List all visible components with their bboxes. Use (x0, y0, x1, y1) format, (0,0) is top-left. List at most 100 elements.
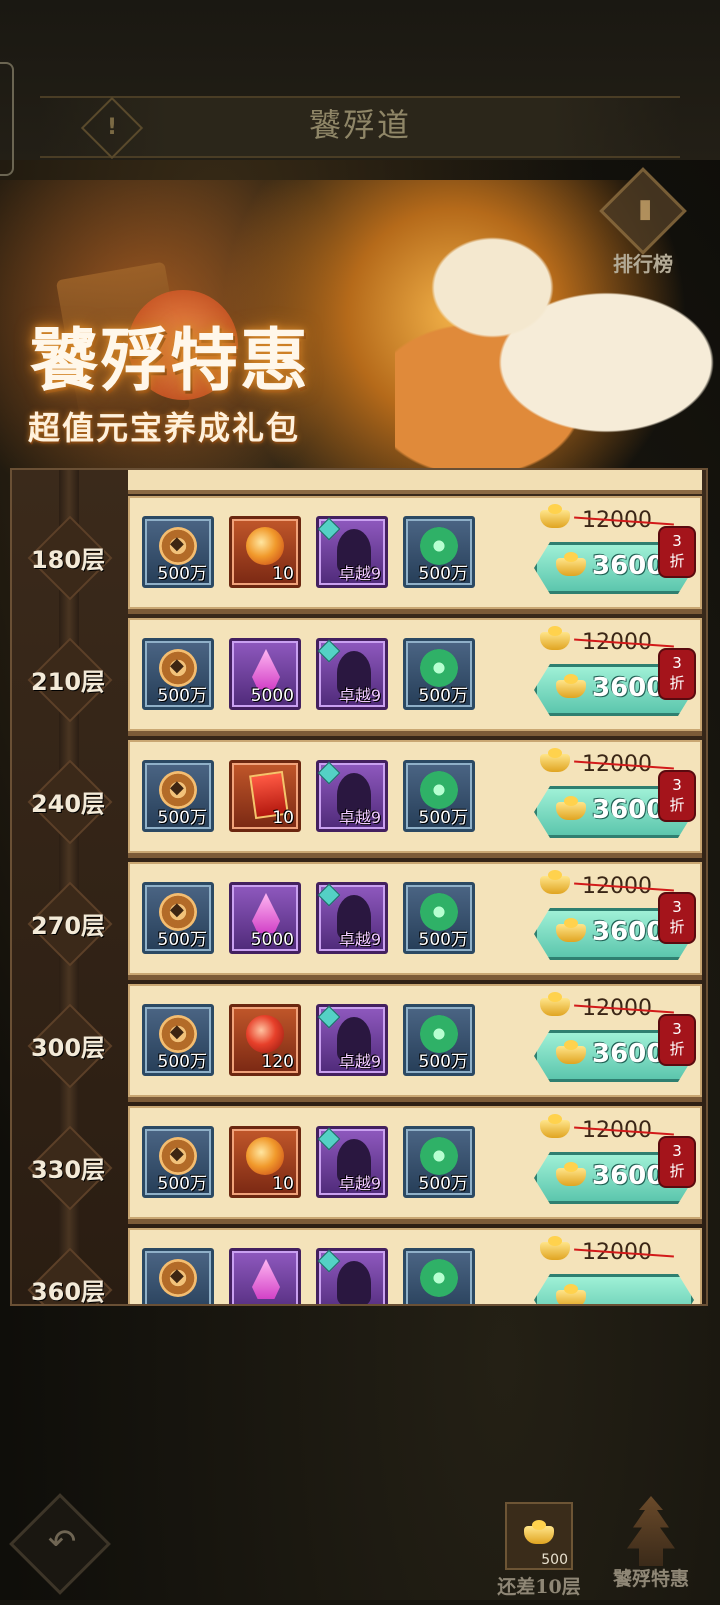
item-quantity: 10 (272, 1174, 294, 1194)
purple-crystal-icon (246, 1259, 284, 1297)
reward-item[interactable]: 500万 (403, 882, 475, 954)
bar-chart-icon: ▮ (599, 167, 687, 255)
item-quantity: 卓越9 (338, 686, 381, 705)
gift-pack-list[interactable]: 180层500万10卓越9500万1200036003折210层500万5000… (12, 470, 706, 1304)
reward-item[interactable]: 500万 (403, 760, 475, 832)
discount-badge: 3折 (660, 1016, 694, 1064)
gift-pack-row: 300层500万120卓越9500万1200036003折 (12, 984, 706, 1102)
reward-item[interactable] (316, 1248, 388, 1304)
reward-item[interactable]: 卓越9 (316, 1126, 388, 1198)
discount-char: 3 (672, 1020, 682, 1038)
reward-item[interactable]: 卓越9 (316, 1004, 388, 1076)
floor-label: 360层 (30, 1278, 106, 1306)
gold-ingot-icon (540, 1236, 570, 1260)
special-offer-button[interactable]: 饕殍特惠 (596, 1496, 706, 1591)
reward-item[interactable]: 120 (229, 1004, 301, 1076)
hero-silhouette-icon (333, 1259, 371, 1304)
reward-item[interactable]: 500万 (142, 1126, 214, 1198)
discount-char: 折 (669, 552, 685, 570)
floor-label: 240层 (30, 790, 106, 818)
copper-coin-icon (159, 1259, 197, 1297)
buy-price[interactable]: 3600 (592, 795, 664, 825)
gold-ingot-icon (556, 674, 586, 698)
item-quantity: 500万 (418, 1174, 468, 1194)
reward-item[interactable]: 卓越9 (316, 882, 388, 954)
reward-item[interactable]: 10 (229, 516, 301, 588)
price-block: 1200036003折 (530, 870, 700, 972)
floor-marker: 180层 (27, 515, 113, 601)
item-quantity: 500万 (157, 808, 207, 828)
reward-item[interactable]: 卓越9 (316, 516, 388, 588)
item-quantity: 500万 (418, 808, 468, 828)
price-block: 1200036003折 (530, 504, 700, 606)
item-quantity: 卓越9 (338, 930, 381, 949)
reward-item[interactable] (403, 1248, 475, 1304)
reward-item[interactable]: 500万 (142, 882, 214, 954)
floor-marker: 240层 (27, 759, 113, 845)
gold-ingot-icon (540, 1114, 570, 1138)
floor-marker: 300层 (27, 1003, 113, 1089)
floors-left-reward[interactable]: 500 还差10层 (494, 1502, 584, 1599)
special-offer-label: 饕殍特惠 (612, 1568, 689, 1590)
reward-item[interactable]: 5000 (229, 638, 301, 710)
buy-price[interactable]: 3600 (592, 1039, 664, 1069)
item-quantity: 500万 (418, 564, 468, 584)
item-quantity: 500万 (157, 686, 207, 706)
reward-item[interactable]: 500万 (142, 516, 214, 588)
discount-badge: 3折 (660, 894, 694, 942)
item-quantity: 500万 (157, 930, 207, 950)
floor-label: 180层 (30, 546, 106, 574)
gold-ingot-icon (540, 992, 570, 1016)
gold-ingot-icon (540, 504, 570, 528)
gold-ingot-icon (540, 748, 570, 772)
discount-char: 3 (672, 654, 682, 672)
gift-pack-row: 360层 12000 (12, 1228, 706, 1304)
buy-price[interactable]: 3600 (592, 917, 664, 947)
reward-item[interactable]: 卓越9 (316, 638, 388, 710)
floor-label: 300层 (30, 1034, 106, 1062)
jade-orb-icon (420, 1259, 458, 1297)
buy-price[interactable]: 3600 (592, 1161, 664, 1191)
item-quantity: 10 (272, 564, 294, 584)
discount-char: 3 (672, 776, 682, 794)
reward-item[interactable] (142, 1248, 214, 1304)
buy-price[interactable]: 3600 (592, 551, 664, 581)
reward-item[interactable]: 500万 (403, 1126, 475, 1198)
reward-item[interactable]: 卓越9 (316, 760, 388, 832)
floor-marker: 360层 (27, 1247, 113, 1304)
gold-ingot-icon (556, 1040, 586, 1064)
reward-item[interactable] (229, 1248, 301, 1304)
discount-char: 折 (669, 918, 685, 936)
gift-pack-row: 240层500万10卓越9500万1200036003折 (12, 740, 706, 858)
red-card-icon (246, 771, 284, 809)
ranking-button[interactable]: ▮ 排行榜 (598, 167, 688, 277)
item-quantity: 5000 (250, 930, 294, 950)
item-quantity: 500万 (418, 1052, 468, 1072)
reward-item[interactable]: 500万 (142, 1004, 214, 1076)
reward-item[interactable]: 500万 (142, 638, 214, 710)
reward-item[interactable]: 500万 (403, 1004, 475, 1076)
buy-price[interactable]: 3600 (592, 673, 664, 703)
gift-pack-row: 180层 500万 10 卓越9 500万 1200036003折 (12, 496, 706, 614)
reward-count: 500 (541, 1552, 568, 1568)
gold-ingot-icon (556, 552, 586, 576)
reward-item[interactable]: 500万 (142, 760, 214, 832)
item-quantity: 卓越9 (338, 564, 381, 583)
discount-badge: 3折 (660, 650, 694, 698)
gift-pack-row: 270层500万5000卓越9500万1200036003折 (12, 862, 706, 980)
gold-ingot-icon (556, 1284, 586, 1304)
red-orb-icon (246, 1015, 284, 1053)
gift-pack-panel[interactable]: 180层500万10卓越9500万1200036003折210层500万5000… (10, 468, 708, 1306)
promo-title: 饕殍特惠 (30, 321, 311, 401)
reward-item[interactable]: 500万 (403, 516, 475, 588)
price-block: 1200036003折 (530, 1114, 700, 1216)
item-quantity: 120 (261, 1052, 294, 1072)
item-quantity: 10 (272, 808, 294, 828)
item-quantity: 500万 (157, 1174, 207, 1194)
reward-item[interactable]: 10 (229, 760, 301, 832)
reward-item[interactable]: 5000 (229, 882, 301, 954)
reward-item[interactable]: 500万 (403, 638, 475, 710)
reward-item[interactable]: 10 (229, 1126, 301, 1198)
purple-crystal-icon (246, 893, 284, 931)
floors-left-label: 还差10层 (497, 1576, 581, 1598)
